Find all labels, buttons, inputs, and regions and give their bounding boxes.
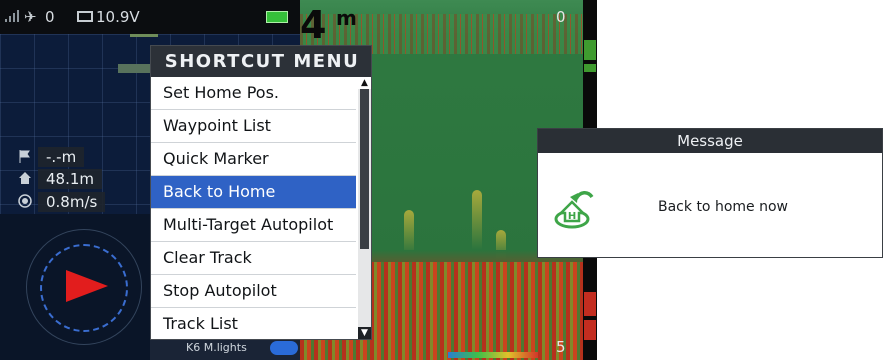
flag-icon <box>19 150 30 163</box>
waypoint-distance: -.-m <box>38 147 85 167</box>
device-screen: ✈ 0 10.9V -.-m 48.1m 0.8m/s K6 M.lights <box>0 0 597 360</box>
menu-item-quick-marker[interactable]: Quick Marker <box>151 143 356 176</box>
shortcut-menu: SHORTCUT MENU Set Home Pos. Waypoint Lis… <box>150 45 372 340</box>
menu-item-back-to-home[interactable]: Back to Home <box>151 176 356 209</box>
depth-scale-top: 0 <box>556 8 566 26</box>
svg-text:H: H <box>568 211 576 222</box>
compass-panel <box>0 214 150 360</box>
back-to-home-icon: H <box>554 191 594 229</box>
menu-item-multi-target-autopilot[interactable]: Multi-Target Autopilot <box>151 209 356 242</box>
menu-item-set-home-pos[interactable]: Set Home Pos. <box>151 77 356 110</box>
boat-heading-arrow-icon <box>66 270 108 302</box>
status-bar: ✈ 0 10.9V <box>0 0 300 34</box>
home-distance: 48.1m <box>38 169 103 189</box>
message-dialog-title: Message <box>538 129 882 153</box>
battery-voltage: 10.9V <box>96 8 140 26</box>
sonar-fish-arch <box>404 210 414 255</box>
menu-item-track-list[interactable]: Track List <box>151 308 356 339</box>
shortcut-menu-list: Set Home Pos. Waypoint List Quick Marker… <box>151 77 356 339</box>
scroll-down-arrow-icon[interactable]: ▼ <box>358 327 371 339</box>
sonar-color-scale <box>448 352 538 358</box>
menu-item-stop-autopilot[interactable]: Stop Autopilot <box>151 275 356 308</box>
message-dialog: Message H Back to home now <box>537 128 883 258</box>
map-track-line <box>130 34 158 37</box>
scroll-thumb[interactable] <box>360 89 369 249</box>
satellite-count: 0 <box>45 8 55 26</box>
menu-item-clear-track[interactable]: Clear Track <box>151 242 356 275</box>
satellite-icon: ✈ <box>24 8 37 26</box>
device-battery-icon <box>266 11 288 23</box>
speed-icon <box>18 194 32 208</box>
menu-item-waypoint-list[interactable]: Waypoint List <box>151 110 356 143</box>
battery-icon <box>77 11 93 22</box>
lights-toggle[interactable] <box>270 341 298 355</box>
message-text: Back to home now <box>658 199 788 215</box>
depth-value: 4 <box>300 3 327 47</box>
depth-scale-bottom: 5 <box>556 338 566 356</box>
sonar-fish-arch <box>472 190 482 250</box>
depth-unit: m <box>336 6 357 30</box>
lights-label: K6 M.lights <box>186 341 247 354</box>
home-icon <box>19 172 31 184</box>
shortcut-menu-title: SHORTCUT MENU <box>151 46 371 77</box>
speed: 0.8m/s <box>38 192 106 212</box>
menu-scrollbar[interactable]: ▲ ▼ <box>358 77 371 339</box>
signal-strength-icon <box>5 10 19 22</box>
scroll-up-arrow-icon[interactable]: ▲ <box>358 77 371 89</box>
